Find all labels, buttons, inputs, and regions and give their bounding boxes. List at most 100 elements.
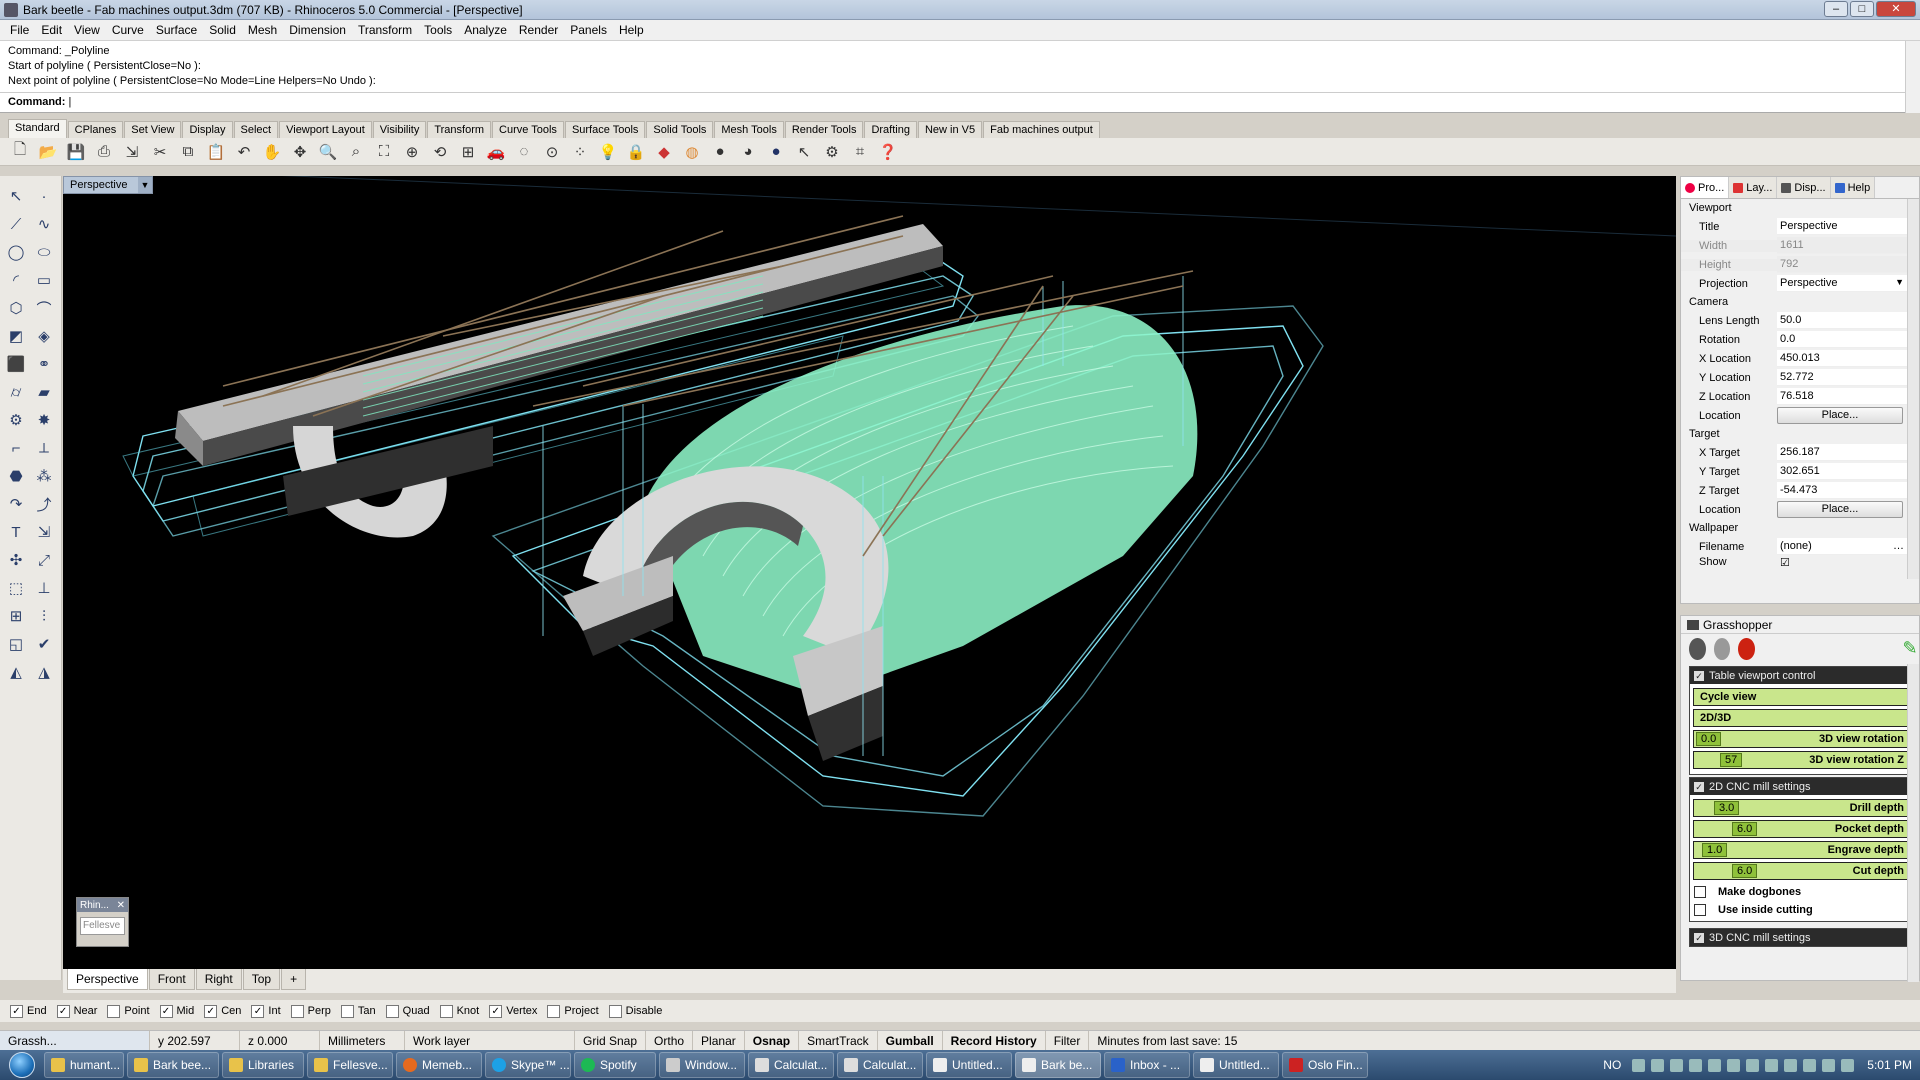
light-tool-icon[interactable]: ◮ (32, 660, 56, 684)
ellipse-icon[interactable]: ⬭ (32, 240, 56, 264)
ruler-icon[interactable]: ⊥ (32, 576, 56, 600)
menu-surface[interactable]: Surface (150, 23, 203, 37)
network-icon[interactable] (1822, 1058, 1836, 1072)
tab-display[interactable]: Display (182, 121, 233, 138)
command-scrollbar[interactable] (1905, 41, 1920, 113)
osnap-mid-checkbox[interactable]: ✓ (159, 1004, 173, 1018)
slider-value[interactable]: 3.0 (1714, 801, 1740, 815)
render-icon[interactable]: ◕ (736, 141, 760, 163)
osnap-near[interactable]: ✓ Near (56, 1004, 97, 1018)
slider-cut-depth[interactable]: 6.0 Cut depth (1693, 862, 1909, 880)
show-icon[interactable]: ⊙ (540, 141, 564, 163)
task-item-active[interactable]: Bark be... (1015, 1052, 1101, 1078)
osnap-vertex-checkbox[interactable]: ✓ (489, 1004, 503, 1018)
osnap-perp-checkbox[interactable] (290, 1004, 304, 1018)
array-icon[interactable]: ⬚ (4, 576, 28, 600)
tray-icon[interactable] (1708, 1058, 1722, 1072)
fillet-icon[interactable]: ⌐ (4, 436, 28, 460)
gh-preview-icon[interactable] (1689, 638, 1706, 660)
group-icon[interactable]: ⁂ (32, 464, 56, 488)
layer-icon[interactable]: ◆ (652, 141, 676, 163)
osnap-toggle[interactable]: Osnap (745, 1030, 800, 1051)
prop-projection-select[interactable]: Perspective ▼ (1777, 275, 1907, 292)
collapse-icon[interactable]: ✓ (1694, 932, 1704, 943)
osnap-int-checkbox[interactable]: ✓ (251, 1004, 265, 1018)
analyze-icon[interactable]: ◱ (4, 632, 28, 656)
move-view-icon[interactable]: ✥ (288, 141, 312, 163)
zoom-icon[interactable]: 🔍 (316, 141, 340, 163)
prop-show-checkbox[interactable]: ☑ (1777, 556, 1907, 569)
hide-icon[interactable]: ◌ (512, 141, 536, 163)
make-dogbones-checkbox[interactable] (1694, 886, 1706, 898)
vp-tab-right[interactable]: Right (195, 969, 242, 990)
target-place-button[interactable]: Place... (1777, 501, 1903, 518)
grid-array-icon[interactable]: ⊞ (4, 604, 28, 628)
loft-icon[interactable]: ◈ (32, 324, 56, 348)
slider-3d-view-rotation[interactable]: 0.0 3D view rotation (1693, 730, 1909, 748)
explode-icon[interactable]: ✸ (32, 408, 56, 432)
language-indicator[interactable]: NO (1603, 1058, 1621, 1072)
tab-curve-tools[interactable]: Curve Tools (492, 121, 564, 138)
osnap-disable-checkbox[interactable] (608, 1004, 622, 1018)
prop-xloc-value[interactable]: 450.013 (1777, 350, 1907, 367)
mini-close-icon[interactable]: ✕ (117, 900, 125, 911)
menu-file[interactable]: File (4, 23, 35, 37)
new-icon[interactable]: 🗋 (8, 141, 32, 163)
maximize-button[interactable]: □ (1850, 1, 1874, 17)
menu-analyze[interactable]: Analyze (458, 23, 513, 37)
2d-3d-button[interactable]: 2D/3D (1693, 709, 1909, 727)
osnap-end-checkbox[interactable]: ✓ (10, 1004, 23, 1018)
gumball-toggle[interactable]: Gumball (878, 1030, 943, 1051)
tab-standard[interactable]: Standard (8, 119, 67, 138)
prop-ytarget-value[interactable]: 302.651 (1777, 463, 1907, 480)
select-points-icon[interactable]: ⁘ (568, 141, 592, 163)
record-history-toggle[interactable]: Record History (943, 1030, 1046, 1051)
menu-help[interactable]: Help (613, 23, 650, 37)
tab-cplanes[interactable]: CPlanes (67, 121, 124, 138)
render-shapes-icon[interactable]: ◭ (4, 660, 28, 684)
menu-tools[interactable]: Tools (418, 23, 458, 37)
osnap-perp[interactable]: Perp (290, 1004, 331, 1018)
menu-view[interactable]: View (68, 23, 106, 37)
tab-drafting[interactable]: Drafting (864, 121, 917, 138)
lock-icon[interactable]: 🔒 (624, 141, 648, 163)
slider-drill-depth[interactable]: 3.0 Drill depth (1693, 799, 1909, 817)
move-icon[interactable]: ✣ (4, 548, 28, 572)
current-layer[interactable]: Work layer (405, 1030, 575, 1051)
extrude-icon[interactable]: ▰ (32, 380, 56, 404)
volume-icon[interactable] (1841, 1058, 1855, 1072)
menu-mesh[interactable]: Mesh (242, 23, 283, 37)
tray-icon[interactable] (1765, 1058, 1779, 1072)
floating-mini-window[interactable]: Rhin... ✕ Fellesve (76, 897, 129, 947)
tray-icon[interactable] (1784, 1058, 1798, 1072)
osnap-cen[interactable]: ✓ Cen (204, 1004, 241, 1018)
viewport-menu-dropdown[interactable]: ▼ (138, 177, 152, 193)
freeform-icon[interactable]: ⌒ (32, 296, 56, 320)
vp-tab-top[interactable]: Top (242, 969, 281, 990)
prop-title-value[interactable]: Perspective (1777, 218, 1907, 235)
task-item[interactable]: Spotify (574, 1052, 656, 1078)
osnap-cen-checkbox[interactable]: ✓ (204, 1004, 218, 1018)
use-inside-cutting-toggle[interactable]: Use inside cutting (1692, 901, 1910, 919)
task-item[interactable]: Untitled... (926, 1052, 1012, 1078)
menu-dimension[interactable]: Dimension (283, 23, 352, 37)
grasshopper-scrollbar[interactable] (1907, 664, 1919, 982)
grid-icon[interactable]: ⌗ (848, 141, 872, 163)
task-item[interactable]: Window... (659, 1052, 745, 1078)
osnap-vertex[interactable]: ✓ Vertex (489, 1004, 537, 1018)
close-button[interactable]: ✕ (1876, 1, 1916, 17)
osnap-knot-checkbox[interactable] (439, 1004, 453, 1018)
osnap-int[interactable]: ✓ Int (251, 1004, 281, 1018)
menu-render[interactable]: Render (513, 23, 564, 37)
color-wheel-icon[interactable]: ◍ (680, 141, 704, 163)
menu-curve[interactable]: Curve (106, 23, 150, 37)
tab-transform[interactable]: Transform (427, 121, 492, 138)
zoom-selected-icon[interactable]: ⊕ (400, 141, 424, 163)
collapse-icon[interactable]: ✓ (1694, 781, 1704, 792)
slider-engrave-depth[interactable]: 1.0 Engrave depth (1693, 841, 1909, 859)
tab-set-view[interactable]: Set View (124, 121, 182, 138)
tab-display[interactable]: Disp... (1777, 177, 1831, 198)
material-icon[interactable]: ● (764, 141, 788, 163)
copy-icon[interactable]: ⧉ (176, 141, 200, 163)
units[interactable]: Millimeters (320, 1030, 405, 1051)
